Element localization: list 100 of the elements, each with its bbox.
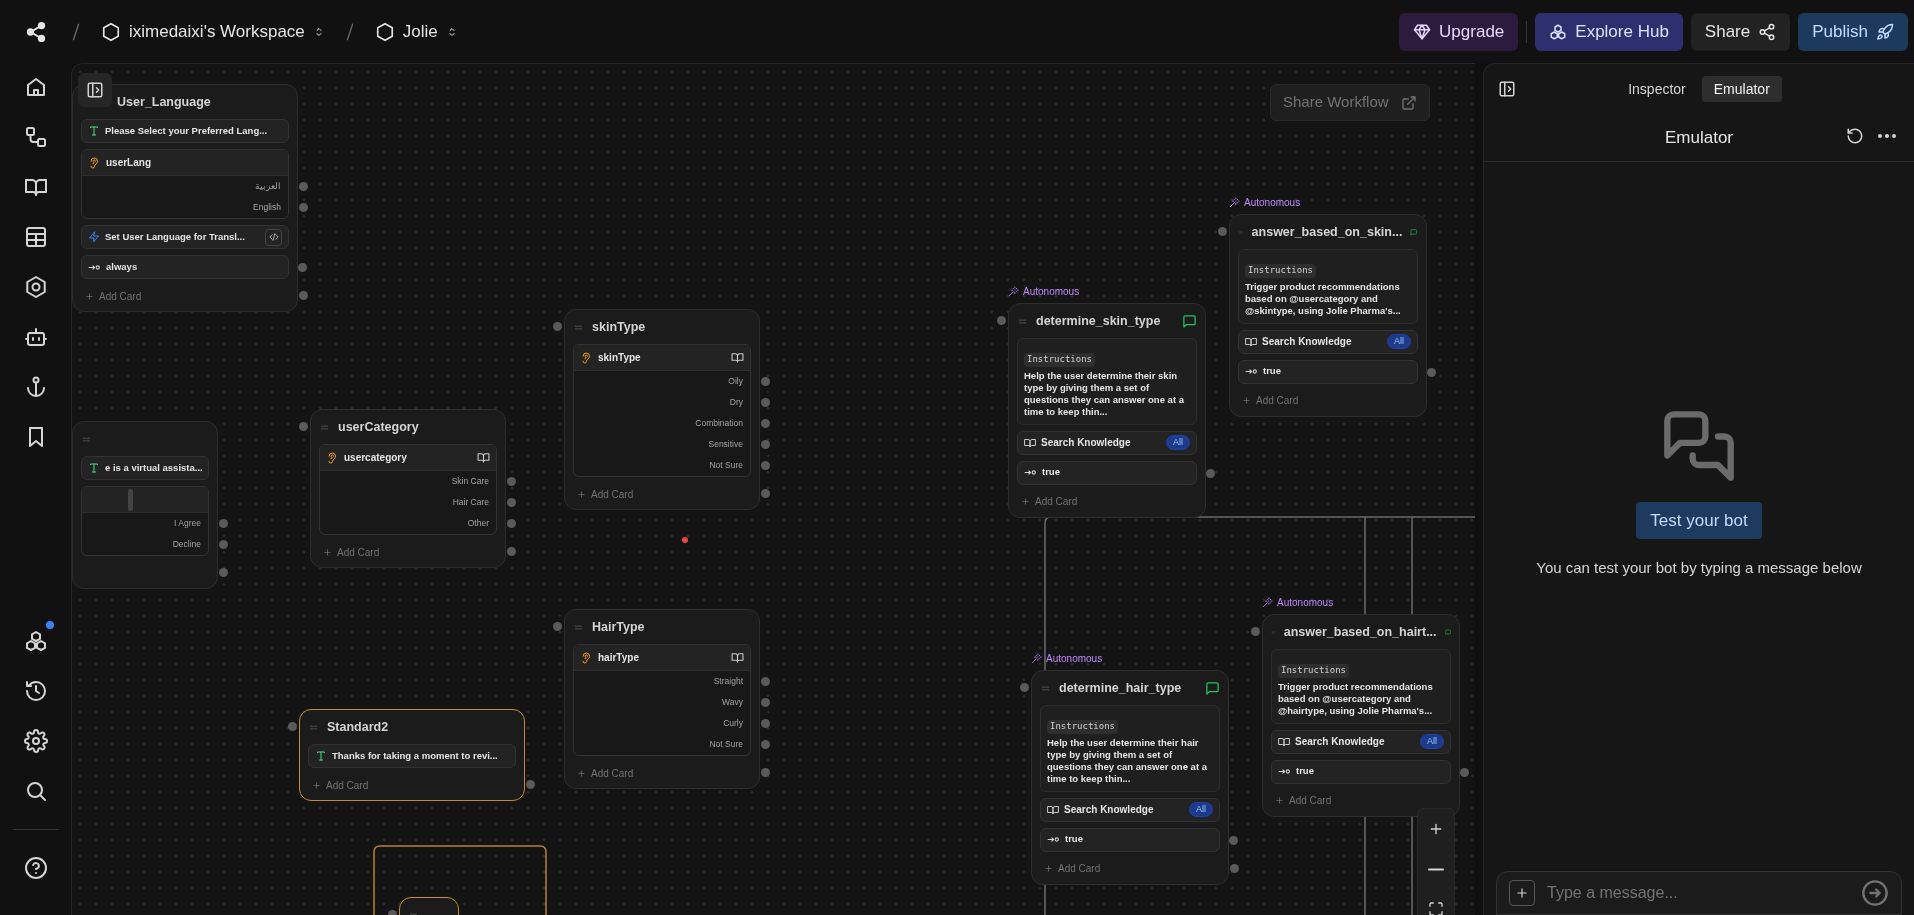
option-label: Not Sure bbox=[709, 459, 743, 472]
attach-button[interactable] bbox=[1509, 880, 1535, 906]
history-icon[interactable] bbox=[23, 679, 48, 703]
text-card[interactable]: Please Select your Preferred Lang... bbox=[81, 119, 289, 143]
add-card-button[interactable]: Add Card bbox=[1242, 393, 1299, 408]
text-icon bbox=[88, 125, 100, 137]
book-icon[interactable] bbox=[477, 451, 490, 464]
add-card-button[interactable]: Add Card bbox=[1275, 793, 1332, 808]
node-title: userCategory bbox=[338, 418, 419, 436]
autonomous-label: Autonomous bbox=[1008, 283, 1206, 299]
knowledge-card[interactable]: Search Knowledge All bbox=[1238, 329, 1418, 354]
option-label: Curly bbox=[723, 717, 743, 730]
table-icon[interactable] bbox=[23, 225, 48, 249]
option-label: Not Sure bbox=[709, 738, 743, 751]
instructions-label: Instructions bbox=[1278, 664, 1350, 678]
add-card-button[interactable]: Add Card bbox=[1044, 861, 1101, 876]
cubes-icon[interactable] bbox=[23, 629, 48, 653]
scope-badge: All bbox=[1166, 434, 1190, 451]
text-card[interactable]: e is a virtual assista... bbox=[81, 456, 209, 480]
instructions-card[interactable]: Instructions Help the user determine their hair type by giving them a set of questions they can answer one at a time to keep thin... bbox=[1040, 705, 1220, 792]
explore-hub-button[interactable]: Explore Hub bbox=[1535, 12, 1683, 51]
plus-icon bbox=[1428, 821, 1444, 837]
bot-switcher[interactable]: Jolie bbox=[366, 14, 466, 49]
panel-tab[interactable]: Emulator bbox=[1701, 76, 1782, 102]
card-text: Thanks for taking a moment to revi... bbox=[332, 748, 498, 763]
hexagon-icon bbox=[101, 21, 121, 42]
help-icon[interactable] bbox=[23, 856, 48, 880]
option-label: Decline bbox=[172, 538, 201, 551]
add-card-button[interactable]: Add Card bbox=[85, 288, 142, 304]
restart-button[interactable] bbox=[1846, 127, 1864, 145]
add-card-button[interactable]: Add Card bbox=[577, 765, 634, 781]
upgrade-button[interactable]: Upgrade bbox=[1399, 12, 1519, 51]
plus-icon bbox=[323, 547, 332, 557]
add-card-button[interactable]: Add Card bbox=[312, 777, 369, 793]
option-label: Other bbox=[467, 517, 489, 530]
book-icon[interactable] bbox=[731, 651, 744, 664]
chat-bubbles-icon bbox=[1661, 408, 1737, 484]
option-label: Oily bbox=[728, 375, 743, 388]
instructions-card[interactable]: Instructions Help the user determine their skin type by giving them a set of questions they can answer one at a time to keep thin... bbox=[1017, 338, 1197, 425]
knowledge-card[interactable]: Search Knowledge All bbox=[1017, 430, 1197, 455]
hint-text: You can test your bot by typing a message below bbox=[1536, 558, 1862, 578]
text-icon bbox=[315, 750, 327, 762]
settings-icon[interactable] bbox=[23, 729, 48, 753]
scrollbar-thumb bbox=[128, 488, 133, 511]
plus-icon bbox=[1515, 886, 1529, 900]
autonomous-label: Autonomous bbox=[1031, 650, 1229, 666]
message-input[interactable]: Type a message... bbox=[1547, 881, 1849, 905]
flow-icon[interactable] bbox=[23, 125, 48, 149]
sidebar-toggle-button[interactable] bbox=[78, 73, 112, 107]
test-bot-button[interactable]: Test your bot bbox=[1636, 502, 1762, 539]
instructions-label: Instructions bbox=[1047, 720, 1119, 734]
text-card[interactable]: Thanks for taking a moment to revi... bbox=[308, 744, 516, 768]
node-title: answer_based_on_hairt... bbox=[1283, 623, 1437, 641]
ear-icon bbox=[326, 451, 338, 464]
lightning-icon bbox=[88, 231, 100, 243]
knowledge-card[interactable]: Search Knowledge All bbox=[1271, 729, 1451, 754]
wand-icon bbox=[1031, 652, 1042, 664]
panel-tab[interactable]: Inspector bbox=[1616, 76, 1698, 102]
instructions-label: Instructions bbox=[1024, 353, 1096, 367]
card-text: Search Knowledge bbox=[1295, 735, 1385, 749]
gem-icon bbox=[1413, 22, 1432, 41]
hexagon-icon[interactable] bbox=[23, 275, 48, 299]
share-button[interactable]: Share bbox=[1690, 12, 1791, 51]
plus-icon bbox=[85, 291, 94, 301]
send-button[interactable] bbox=[1861, 879, 1889, 907]
instructions-card[interactable]: Instructions Trigger product recommendations based on @usercategory and @hairtype, using Jolie Pharma's... bbox=[1271, 649, 1451, 724]
refresh-icon bbox=[1846, 127, 1864, 145]
knowledge-card[interactable]: Search Knowledge All bbox=[1040, 797, 1220, 822]
robot-icon[interactable] bbox=[23, 325, 48, 349]
plus-icon bbox=[1044, 864, 1053, 873]
instructions-card[interactable]: Instructions Trigger product recommendations based on @usercategory and @skintype, using Jolie Pharma's... bbox=[1238, 249, 1418, 324]
workspace-switcher[interactable]: iximedaixi's Workspace bbox=[93, 14, 333, 49]
node-title: determine_hair_type bbox=[1059, 679, 1182, 697]
book-icon bbox=[1047, 803, 1059, 816]
message-composer[interactable]: Type a message... bbox=[1496, 871, 1902, 915]
external-link-icon bbox=[1400, 94, 1417, 111]
share-workflow-button[interactable]: Share Workflow bbox=[1270, 84, 1430, 121]
publish-button[interactable]: Publish bbox=[1798, 12, 1908, 51]
wand-icon bbox=[1008, 285, 1019, 297]
option-label: Sensitive bbox=[708, 438, 743, 451]
card-text: Search Knowledge bbox=[1262, 335, 1352, 349]
add-card-button[interactable]: Add Card bbox=[577, 486, 634, 502]
add-card-button[interactable]: Add Card bbox=[323, 544, 380, 560]
panel-title: Emulator bbox=[1665, 126, 1733, 149]
logo-icon[interactable] bbox=[24, 20, 47, 43]
chat-icon bbox=[1205, 680, 1220, 696]
card-text: true bbox=[1263, 364, 1281, 379]
option-label: I Agree bbox=[174, 517, 201, 530]
code-card[interactable]: Set User Language for Transl... bbox=[81, 225, 289, 249]
card-text: Set User Language for Transl... bbox=[105, 229, 245, 244]
more-button[interactable] bbox=[1878, 134, 1896, 138]
cubes-icon bbox=[1549, 22, 1568, 41]
add-card-button[interactable]: Add Card bbox=[1021, 494, 1078, 509]
panel-icon bbox=[1498, 80, 1516, 98]
book-icon bbox=[1278, 735, 1290, 748]
share-icon bbox=[1758, 22, 1777, 41]
code-icon[interactable] bbox=[265, 228, 282, 246]
card-text: Please Select your Preferred Lang... bbox=[105, 123, 268, 138]
book-icon[interactable] bbox=[731, 351, 744, 364]
autonomous-label: Autonomous bbox=[1262, 594, 1460, 610]
